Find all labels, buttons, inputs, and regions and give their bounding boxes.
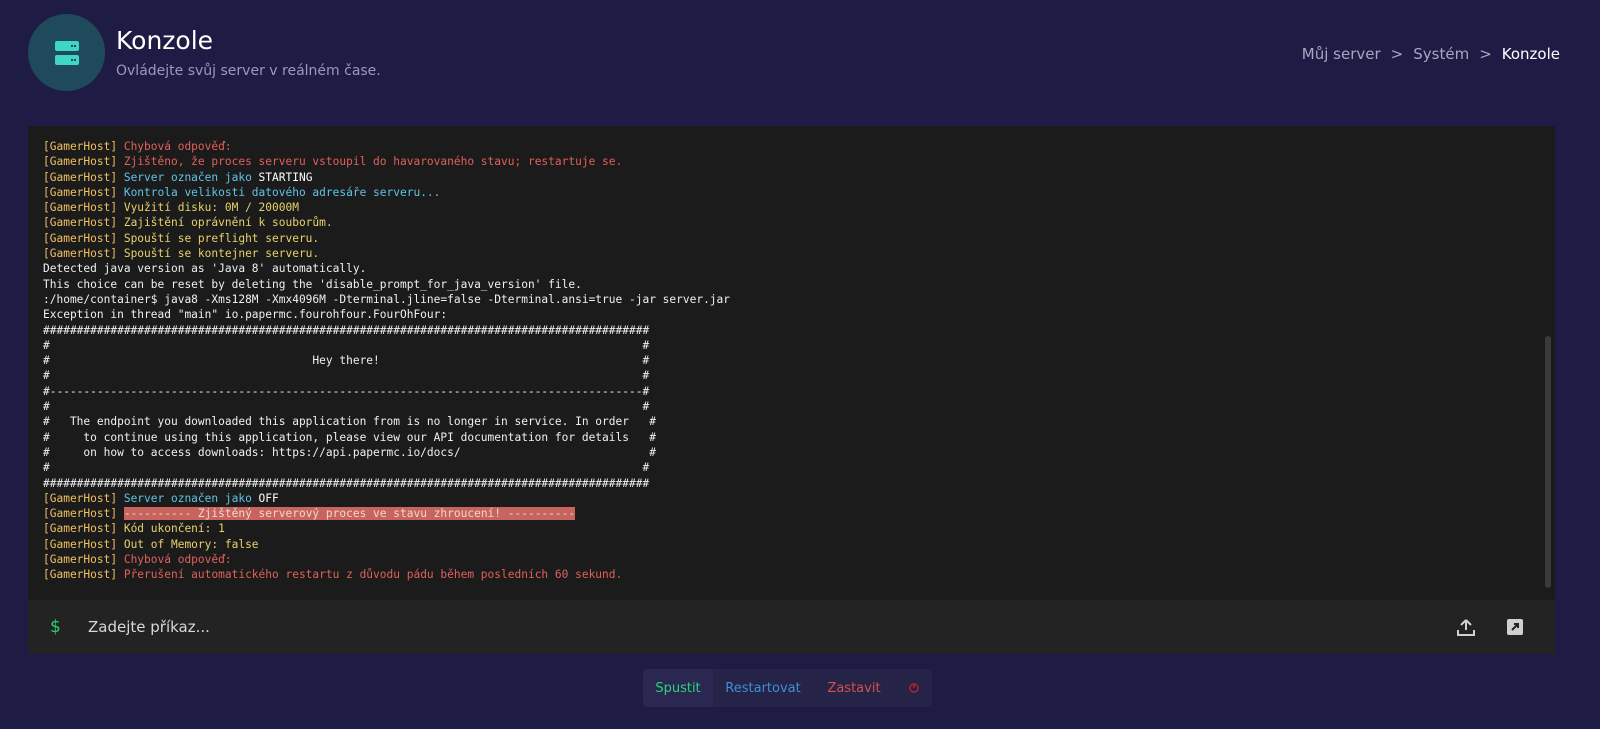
power-controls: Spustit Restartovat Zastavit	[643, 669, 932, 707]
console-line: # #	[43, 338, 1555, 353]
breadcrumb-separator: >	[1479, 45, 1492, 63]
page-header: Konzole Ovládejte svůj server v reálném …	[28, 14, 1572, 94]
command-input[interactable]	[88, 618, 1428, 636]
command-bar: $	[28, 600, 1555, 654]
console-line-text: :/home/container$ java8 -Xms128M -Xmx409…	[43, 292, 731, 306]
console-line: # on how to access downloads: https://ap…	[43, 445, 1555, 460]
console-line: This choice can be reset by deleting the…	[43, 277, 1555, 292]
console-line-tag: [GamerHost]	[43, 140, 118, 153]
breadcrumb-separator: >	[1390, 45, 1404, 63]
console-line: [GamerHost] Server označen jako OFF	[43, 491, 1555, 506]
breadcrumb-system[interactable]: Systém	[1413, 45, 1469, 63]
start-button[interactable]: Spustit	[643, 669, 713, 707]
console-line: [GamerHost] ---------- Zjištěný serverov…	[43, 506, 1555, 521]
console-line: [GamerHost] Přerušení automatického rest…	[43, 567, 1555, 582]
console-line-tag: [GamerHost]	[43, 537, 118, 551]
console-line-tag: [GamerHost]	[43, 247, 118, 261]
console-line-text: # #	[43, 369, 650, 383]
console-line-text: Exception in thread "main" io.papermc.fo…	[43, 308, 448, 322]
console-line: [GamerHost] Kód ukončení: 1	[43, 521, 1555, 536]
console-line-text: ---------- Zjištěný serverový proces ve …	[123, 507, 576, 521]
console-line: Exception in thread "main" io.papermc.fo…	[43, 307, 1555, 322]
console-line-text: Server označen jako	[117, 170, 259, 184]
restart-button[interactable]: Restartovat	[713, 669, 813, 707]
console-line: # to continue using this application, pl…	[43, 430, 1555, 445]
console-line-text: Chybová odpověď:	[117, 553, 232, 567]
console-line: [GamerHost] Spouští se preflight serveru…	[43, 231, 1555, 246]
console-line-text: Zjištěno, že proces serveru vstoupil do …	[117, 155, 623, 169]
breadcrumb-my-server[interactable]: Můj server	[1302, 45, 1381, 63]
console-line-text: Detected java version as 'Java 8' automa…	[43, 262, 367, 276]
power-icon[interactable]	[895, 669, 932, 707]
console-line: # Hey there! #	[43, 353, 1555, 368]
console-line-text: # on how to access downloads: https://ap…	[43, 445, 656, 459]
console-line-text: # Hey there! #	[43, 354, 650, 368]
console-line-text: # #	[43, 400, 650, 414]
console-line: #---------------------------------------…	[43, 384, 1555, 399]
console-line-tag: [GamerHost]	[43, 185, 118, 199]
upload-icon[interactable]	[1452, 613, 1480, 641]
console-line: # #	[43, 399, 1555, 414]
console-line: [GamerHost] Chybová odpověď:	[43, 139, 1555, 154]
console-line-tag: [GamerHost]	[43, 170, 118, 184]
console-line-text: ########################################…	[43, 323, 650, 337]
console-line-text: ########################################…	[43, 476, 650, 490]
console-line: [GamerHost] Zajištění oprávnění k soubor…	[43, 215, 1555, 230]
console-line-text: This choice can be reset by deleting the…	[43, 277, 582, 291]
command-prompt-symbol: $	[50, 617, 61, 637]
console-line: [GamerHost] Spouští se kontejner serveru…	[43, 246, 1555, 261]
console-line: [GamerHost] Out of Memory: false	[43, 537, 1555, 552]
console-line-tag: [GamerHost]	[43, 522, 118, 536]
console-output[interactable]: [GamerHost] Chybová odpověď: [GamerHost] …	[28, 126, 1555, 600]
console-line-text: Kód ukončení: 1	[117, 522, 225, 536]
console-line: [GamerHost] Server označen jako STARTING	[43, 170, 1555, 185]
console-line-text: # #	[43, 338, 650, 352]
console-line-text: Využití disku: 0M / 20000M	[117, 201, 299, 215]
console-line-tag: [GamerHost]	[43, 155, 118, 169]
console-status-value: STARTING	[258, 170, 313, 184]
console-line: # #	[43, 368, 1555, 383]
console-line: ########################################…	[43, 323, 1555, 338]
expand-icon[interactable]	[1501, 613, 1529, 641]
console-line-tag: [GamerHost]	[43, 216, 118, 230]
console-line: [GamerHost] Kontrola velikosti datového …	[43, 185, 1555, 200]
server-icon	[28, 14, 105, 91]
console-line-tag: [GamerHost]	[43, 201, 118, 215]
breadcrumb-current: Konzole	[1501, 45, 1560, 63]
console-line-text: Spouští se preflight serveru.	[117, 231, 320, 245]
console-line-text: Spouští se kontejner serveru.	[117, 247, 320, 261]
stop-button[interactable]: Zastavit	[813, 669, 895, 707]
console-line-tag: [GamerHost]	[43, 553, 118, 567]
console-line: [GamerHost] Zjištěno, že proces serveru …	[43, 154, 1555, 169]
console-line: Detected java version as 'Java 8' automa…	[43, 261, 1555, 276]
console-line-tag: [GamerHost]	[43, 568, 118, 582]
console-line-tag: [GamerHost]	[43, 231, 118, 245]
console-line-text: Zajištění oprávnění k souborům.	[117, 216, 333, 230]
breadcrumb: Můj server > Systém > Konzole	[1302, 45, 1560, 63]
console-line: # The endpoint you downloaded this appli…	[43, 414, 1555, 429]
console-line-text: Server označen jako	[117, 491, 259, 505]
console-line-text: # to continue using this application, pl…	[43, 430, 656, 444]
console-scrollbar[interactable]	[1545, 336, 1551, 588]
console-line: :/home/container$ java8 -Xms128M -Xmx409…	[43, 292, 1555, 307]
console-line-tag: [GamerHost]	[43, 491, 118, 505]
page-title: Konzole	[116, 26, 214, 55]
console-line-tag: [GamerHost]	[43, 507, 118, 521]
console-line-text: Out of Memory: false	[117, 537, 259, 551]
console-status-value: OFF	[258, 491, 279, 505]
console-line-text: Chybová odpověď:	[117, 140, 232, 153]
console-line-text: # #	[43, 461, 650, 475]
console-line: [GamerHost] Chybová odpověď:	[43, 552, 1555, 567]
console-line: ########################################…	[43, 476, 1555, 491]
console-line-text: Přerušení automatického restartu z důvod…	[117, 568, 623, 582]
console-line-text: # The endpoint you downloaded this appli…	[43, 415, 656, 429]
console-line-text: Kontrola velikosti datového adresáře ser…	[117, 185, 441, 199]
console-line: [GamerHost] Využití disku: 0M / 20000M	[43, 200, 1555, 215]
console-line-text: #---------------------------------------…	[43, 384, 650, 398]
console-line: # #	[43, 460, 1555, 475]
page-subtitle: Ovládejte svůj server v reálném čase.	[116, 63, 381, 79]
